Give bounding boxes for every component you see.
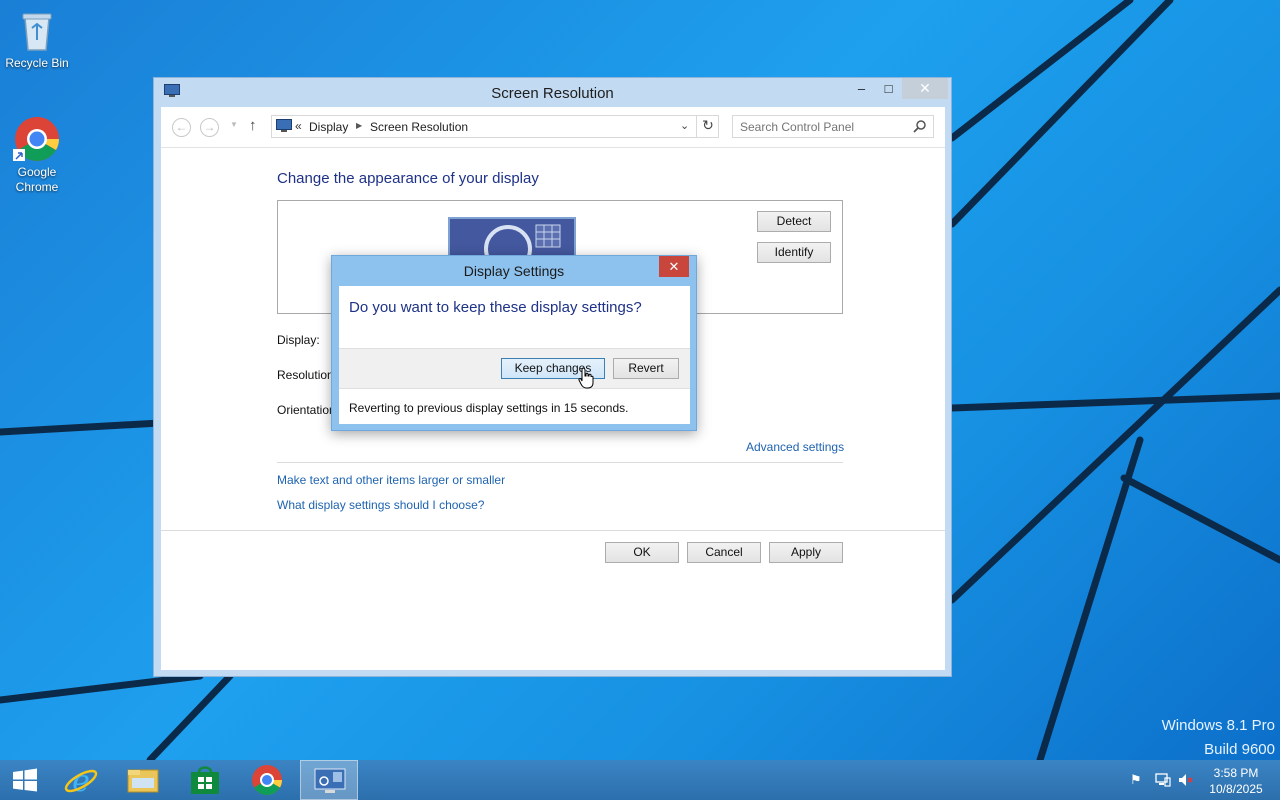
desktop-icon-google-chrome[interactable]: Google Chrome bbox=[0, 115, 74, 195]
back-button[interactable]: ← bbox=[172, 118, 191, 137]
ok-button[interactable]: OK bbox=[605, 542, 679, 563]
watermark-edition: Windows 8.1 Pro bbox=[1161, 717, 1275, 734]
hand-cursor-icon bbox=[578, 367, 594, 389]
volume-muted-icon[interactable] bbox=[1178, 772, 1194, 788]
minimize-button[interactable]: – bbox=[848, 78, 875, 99]
svg-text:e: e bbox=[72, 764, 90, 799]
recycle-bin-icon bbox=[22, 13, 52, 51]
window-titlebar[interactable]: Screen Resolution – □ ✕ bbox=[154, 78, 951, 107]
taskbar-store[interactable] bbox=[176, 760, 234, 800]
dialog-body: Do you want to keep these display settin… bbox=[339, 286, 690, 424]
taskbar-file-explorer[interactable] bbox=[114, 760, 172, 800]
up-button[interactable]: ↑ bbox=[249, 117, 257, 134]
monitor-thumbnail-icon bbox=[450, 219, 574, 259]
address-dropdown-icon[interactable]: ⌄ bbox=[680, 119, 689, 132]
control-panel-icon bbox=[276, 119, 292, 132]
forward-button[interactable]: → bbox=[200, 118, 219, 137]
search-input[interactable] bbox=[733, 116, 908, 137]
taskbar: e ⚑ 3:58 PM 10/8/2025 bbox=[0, 760, 1280, 800]
start-icon bbox=[13, 768, 37, 792]
identify-button[interactable]: Identify bbox=[757, 242, 831, 263]
refresh-button[interactable]: ↻ bbox=[696, 115, 719, 138]
chrome-icon bbox=[252, 765, 282, 796]
store-icon bbox=[191, 766, 219, 794]
desktop-icon-label: Recycle Bin bbox=[5, 56, 69, 70]
taskbar-chrome[interactable] bbox=[238, 760, 296, 800]
action-center-flag-icon[interactable]: ⚑ bbox=[1130, 772, 1146, 788]
dialog-title: Display Settings bbox=[463, 263, 565, 279]
close-button[interactable]: ✕ bbox=[902, 78, 948, 99]
taskbar-screen-resolution[interactable] bbox=[300, 760, 358, 800]
display-label: Display: bbox=[277, 333, 320, 347]
more-locations-chevron[interactable]: « bbox=[295, 119, 302, 133]
clock-date: 10/8/2025 bbox=[1209, 782, 1263, 796]
breadcrumb-display[interactable]: Display bbox=[309, 120, 348, 134]
search-icon[interactable] bbox=[913, 119, 927, 133]
detect-button[interactable]: Detect bbox=[757, 211, 831, 232]
start-button[interactable] bbox=[0, 760, 58, 800]
dialog-question: Do you want to keep these display settin… bbox=[349, 299, 642, 316]
cancel-button[interactable]: Cancel bbox=[687, 542, 761, 563]
text-size-link[interactable]: Make text and other items larger or smal… bbox=[277, 473, 505, 487]
network-icon[interactable] bbox=[1155, 772, 1171, 788]
display-help-link[interactable]: What display settings should I choose? bbox=[277, 498, 484, 512]
desktop-icon-recycle-bin[interactable]: Recycle Bin bbox=[0, 6, 74, 71]
recent-locations-dropdown[interactable]: ▼ bbox=[230, 120, 238, 129]
file-explorer-icon bbox=[127, 769, 159, 793]
navigation-bar: ← → ▼ ↑ « Display ▶ Screen Resolution ⌄ … bbox=[161, 107, 945, 148]
resolution-label: Resolution: bbox=[277, 368, 338, 382]
clock-time: 3:58 PM bbox=[1213, 766, 1259, 780]
dialog-close-button[interactable]: ✕ bbox=[659, 256, 689, 277]
display-settings-dialog: Display Settings ✕ Do you want to keep t… bbox=[331, 255, 697, 431]
address-bar[interactable]: « Display ▶ Screen Resolution ⌄ bbox=[271, 115, 719, 138]
taskbar-internet-explorer[interactable]: e bbox=[52, 760, 110, 800]
watermark-build: Build 9600 bbox=[1204, 741, 1275, 758]
desktop-icon-label: Google Chrome bbox=[15, 165, 59, 194]
divider bbox=[277, 462, 843, 463]
search-box[interactable] bbox=[732, 115, 934, 138]
breadcrumb-separator-icon[interactable]: ▶ bbox=[356, 121, 362, 130]
system-clock[interactable]: 3:58 PM 10/8/2025 bbox=[1200, 765, 1272, 797]
footer-divider bbox=[161, 530, 945, 531]
dialog-button-row: Keep changes Revert bbox=[339, 348, 690, 389]
advanced-settings-link[interactable]: Advanced settings bbox=[746, 440, 844, 454]
internet-explorer-icon: e bbox=[64, 764, 98, 799]
breadcrumb-screen-resolution[interactable]: Screen Resolution bbox=[370, 120, 468, 134]
chrome-icon bbox=[13, 117, 59, 161]
windows-watermark: Windows 8.1 Pro Build 9600 bbox=[1162, 714, 1275, 760]
window-title: Screen Resolution bbox=[491, 85, 614, 102]
maximize-button[interactable]: □ bbox=[875, 78, 902, 99]
revert-button[interactable]: Revert bbox=[613, 358, 679, 379]
display-settings-icon bbox=[314, 768, 346, 793]
apply-button[interactable]: Apply bbox=[769, 542, 843, 563]
page-heading: Change the appearance of your display bbox=[277, 170, 539, 187]
orientation-label: Orientation: bbox=[277, 403, 340, 417]
revert-countdown-text: Reverting to previous display settings i… bbox=[349, 401, 629, 415]
